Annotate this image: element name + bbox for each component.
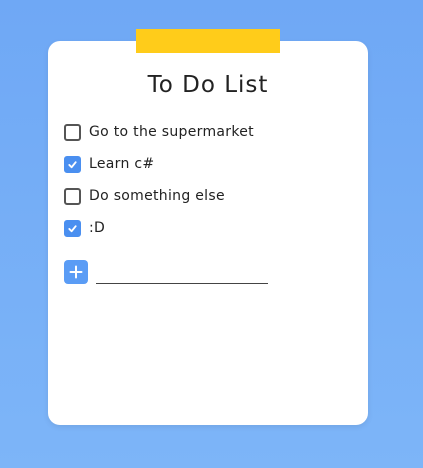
todo-checkbox[interactable]: [64, 187, 81, 205]
todo-item[interactable]: Learn c#: [64, 148, 254, 180]
check-icon: [68, 160, 77, 168]
todo-label: :D: [89, 220, 106, 236]
add-todo-row: [64, 259, 268, 284]
todo-label: Go to the supermarket: [89, 124, 254, 140]
todo-checkbox[interactable]: [64, 155, 81, 173]
tape-decoration: [136, 29, 280, 53]
header: To Do List: [48, 72, 368, 98]
todo-item[interactable]: Go to the supermarket: [64, 116, 254, 148]
add-todo-button[interactable]: [64, 259, 88, 284]
page-title: To Do List: [147, 72, 269, 98]
todo-label: Do something else: [89, 188, 225, 204]
todo-list: Go to the supermarket Learn c# Do someth…: [64, 116, 254, 244]
check-icon: [68, 224, 77, 232]
todo-item[interactable]: :D: [64, 212, 254, 244]
todo-item[interactable]: Do something else: [64, 180, 254, 212]
todo-checkbox[interactable]: [64, 123, 81, 141]
new-todo-input[interactable]: [96, 261, 268, 284]
todo-label: Learn c#: [89, 156, 155, 172]
todo-checkbox[interactable]: [64, 219, 81, 237]
plus-icon: [69, 265, 83, 278]
